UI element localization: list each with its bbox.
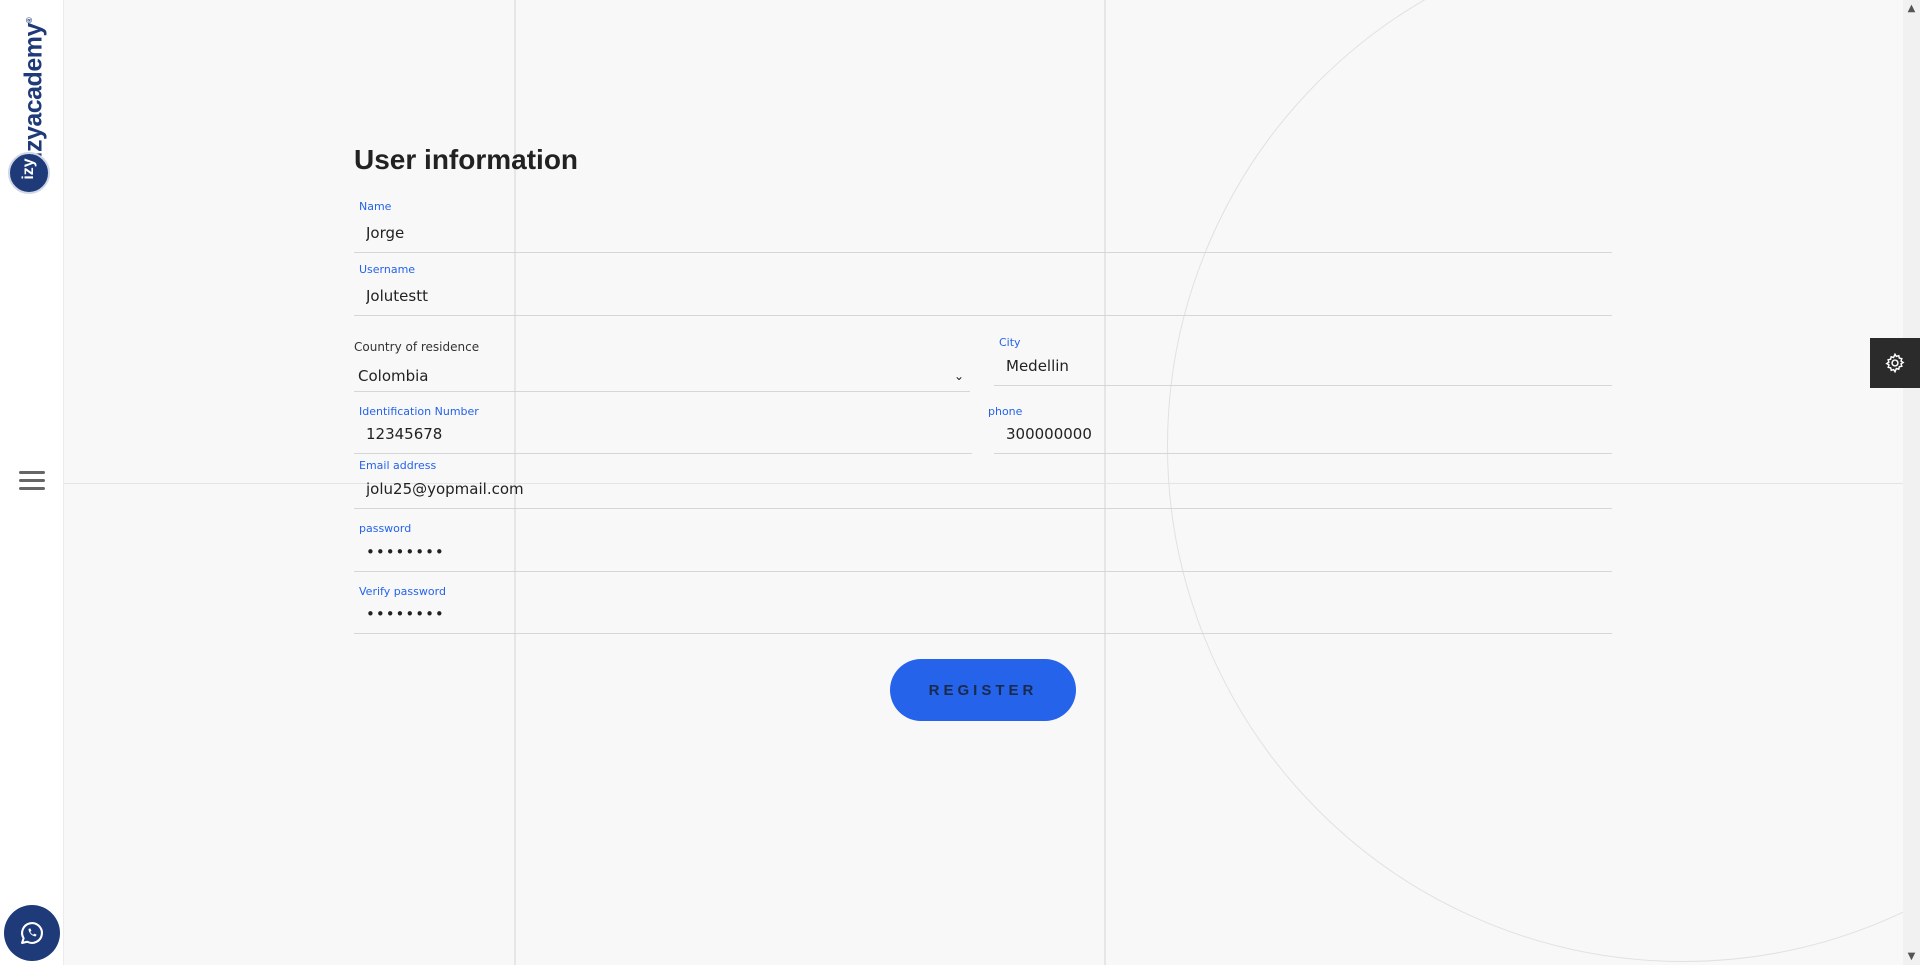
email-field[interactable]: Email address xyxy=(354,459,1612,509)
username-field[interactable]: Username xyxy=(354,263,1612,316)
scroll-up-icon[interactable]: ▲ xyxy=(1903,0,1920,17)
username-label: Username xyxy=(359,263,416,276)
menu-icon[interactable] xyxy=(19,471,45,493)
country-select[interactable]: Country of residence Colombia ⌄ xyxy=(354,340,970,392)
page-title: User information xyxy=(354,144,579,175)
phone-label: phone xyxy=(988,405,1023,418)
scroll-down-icon[interactable]: ▼ xyxy=(1903,948,1920,965)
city-label: City xyxy=(999,336,1021,349)
email-label: Email address xyxy=(359,459,437,472)
scrollbar[interactable]: ▲ ▼ xyxy=(1903,0,1920,965)
phone-field[interactable]: phone xyxy=(988,405,1612,454)
chevron-down-icon: ⌄ xyxy=(953,369,964,383)
country-value: Colombia xyxy=(358,367,429,385)
identification-number-input[interactable] xyxy=(366,425,960,443)
password-field[interactable]: password xyxy=(354,522,1612,572)
verify-password-label: Verify password xyxy=(359,585,446,598)
settings-button[interactable] xyxy=(1870,338,1920,388)
logo-wordmark: izyacademy® xyxy=(19,17,48,159)
register-button[interactable]: REGISTER xyxy=(890,659,1076,721)
left-sidebar: izyacademy® izy xyxy=(0,0,64,965)
izyacademy-logo[interactable]: izyacademy® izy xyxy=(4,17,58,199)
password-label: password xyxy=(359,522,412,535)
verify-password-input[interactable] xyxy=(366,605,1600,623)
name-field[interactable]: Name xyxy=(354,200,1612,253)
name-input[interactable] xyxy=(366,224,1600,242)
identification-number-label: Identification Number xyxy=(359,405,479,418)
username-input[interactable] xyxy=(366,287,1600,305)
identification-number-field[interactable]: Identification Number xyxy=(354,405,972,454)
phone-input[interactable] xyxy=(1006,425,1600,443)
gear-icon xyxy=(1885,352,1905,374)
name-label: Name xyxy=(359,200,392,213)
city-field[interactable]: City xyxy=(994,336,1612,386)
logo-badge: izy xyxy=(8,152,50,194)
city-input[interactable] xyxy=(1006,357,1600,375)
password-input[interactable] xyxy=(366,543,1600,561)
whatsapp-icon[interactable] xyxy=(4,905,60,961)
country-label: Country of residence xyxy=(354,340,480,354)
verify-password-field[interactable]: Verify password xyxy=(354,585,1612,634)
email-input[interactable] xyxy=(366,480,1600,498)
